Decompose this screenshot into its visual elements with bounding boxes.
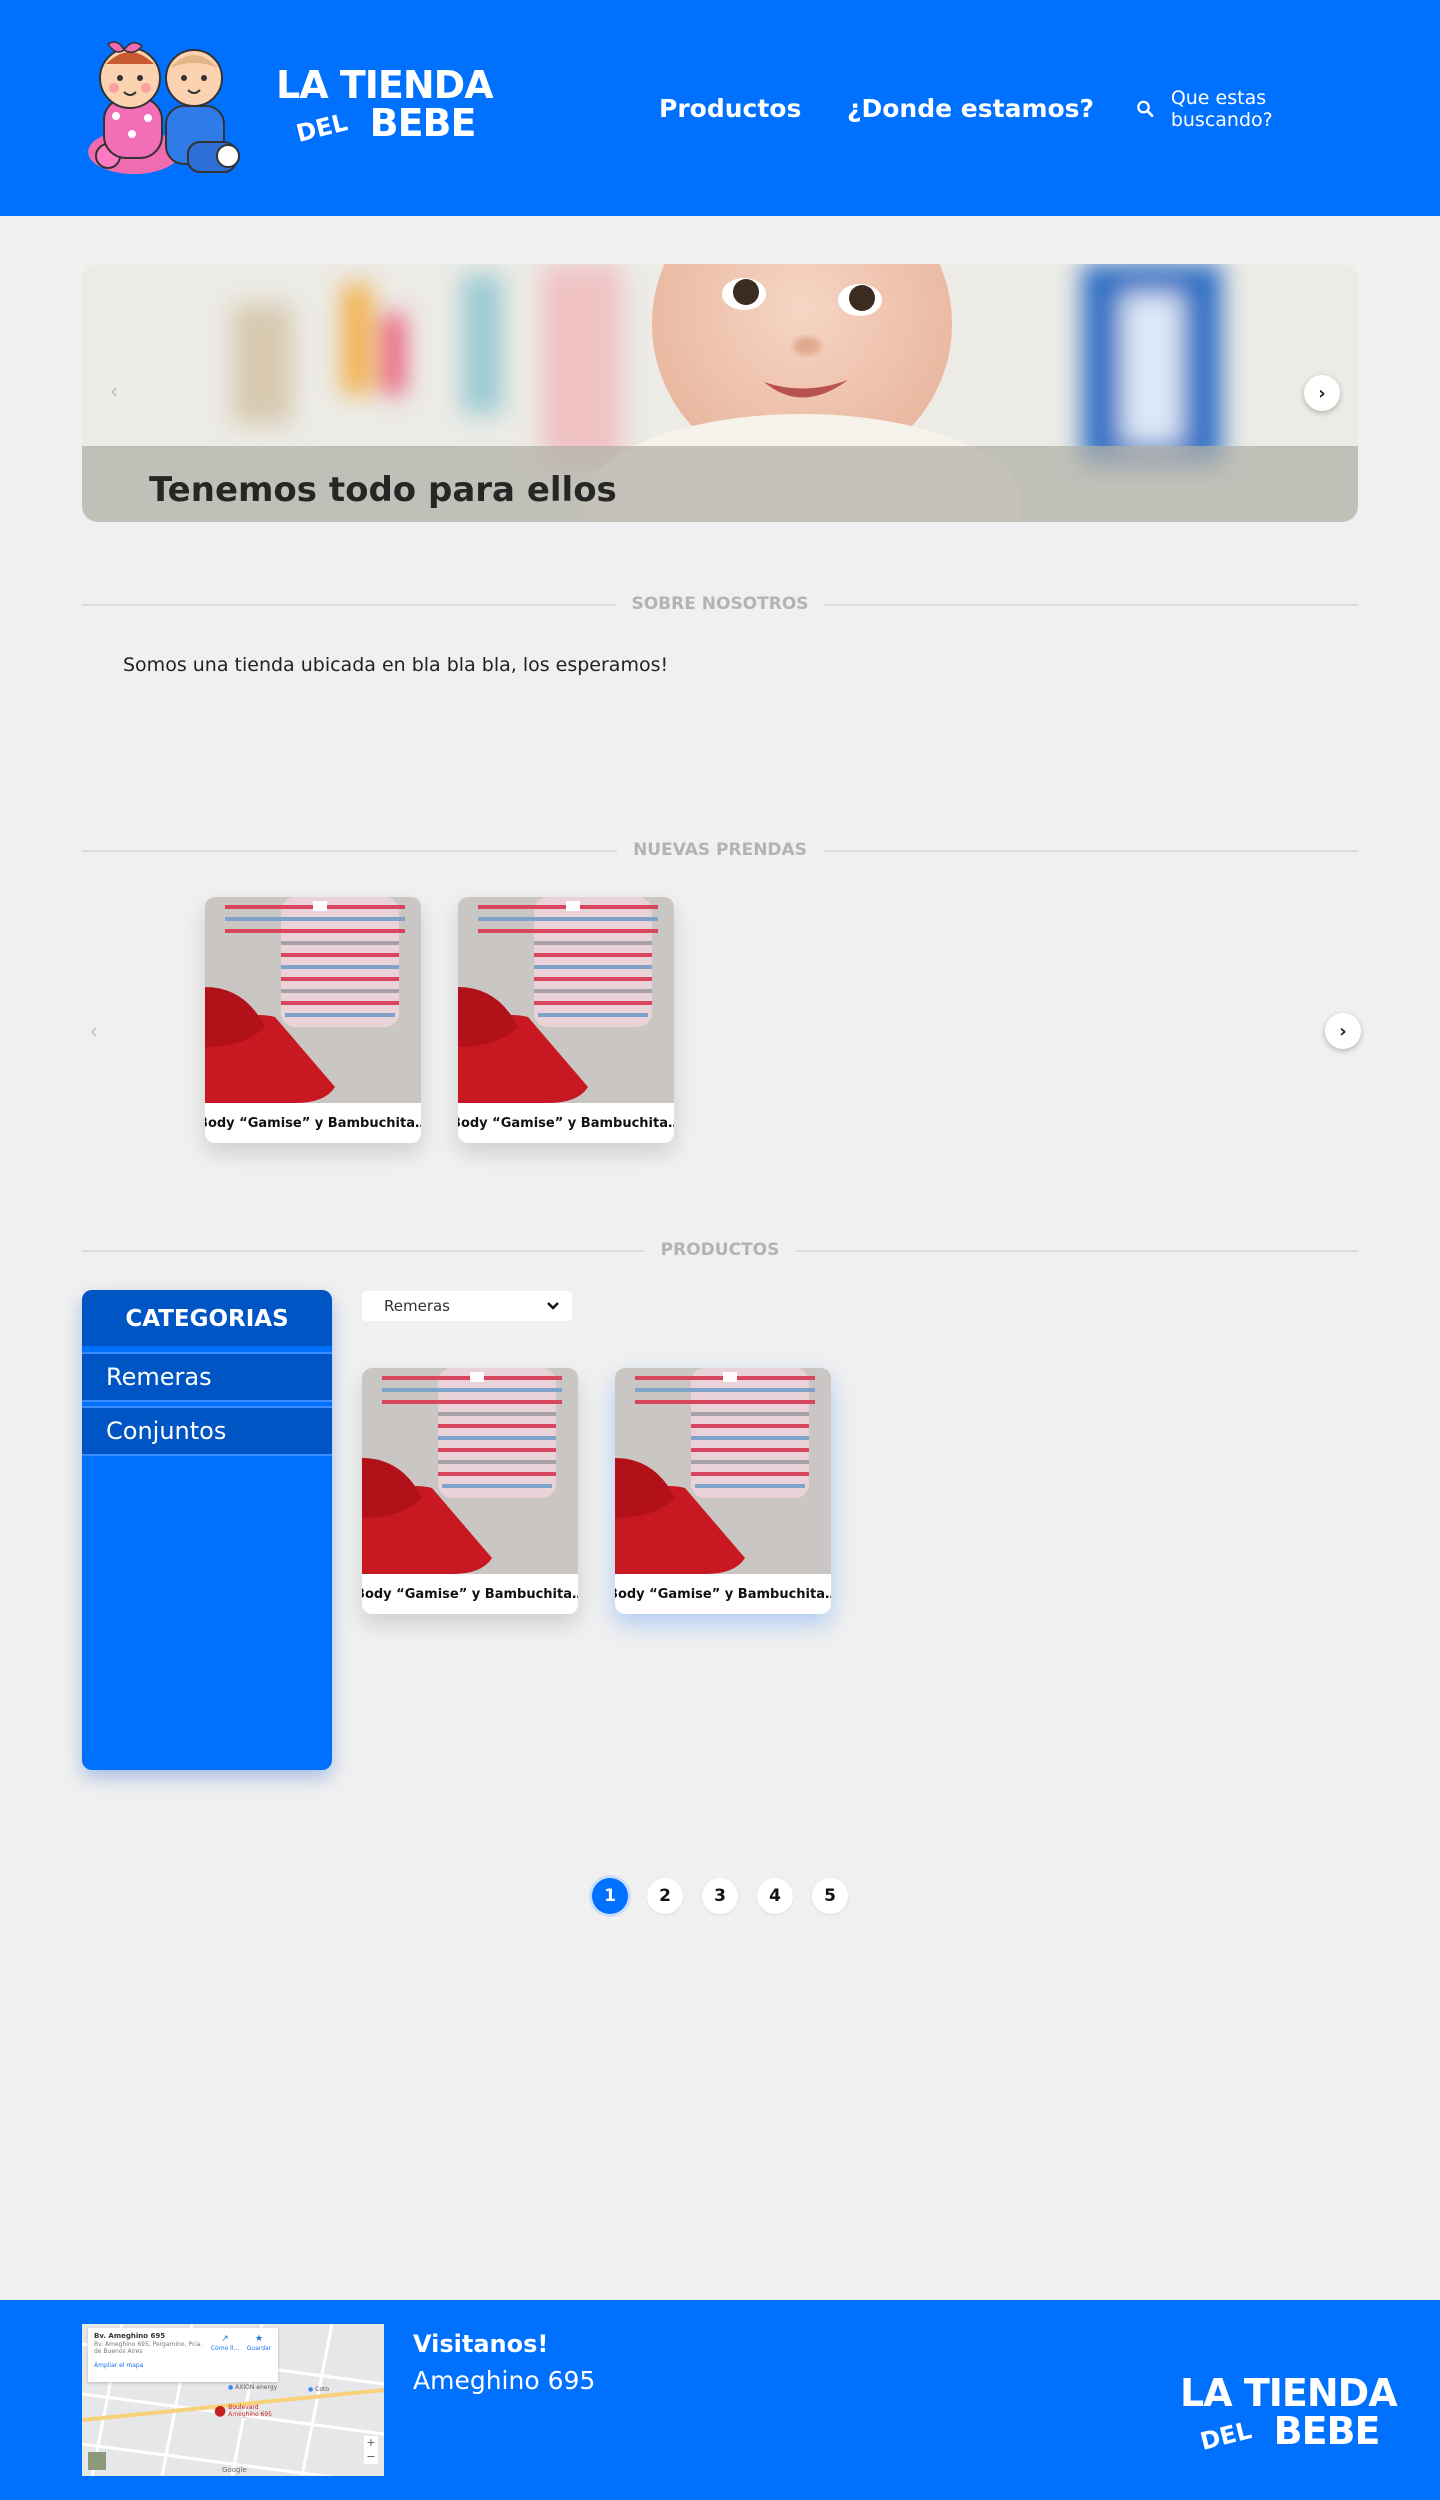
hero-prev-chevron-icon[interactable]: ‹ (104, 379, 124, 403)
new-items-prev-chevron-icon[interactable]: ‹ (84, 1019, 104, 1043)
footer-brand-bebe: BEBE (1273, 2409, 1381, 2453)
about-heading: SOBRE NOSOTROS (615, 594, 825, 614)
category-filter-select[interactable]: Remeras (362, 1291, 572, 1321)
footer-brand-line1: LA TIENDA (1180, 2371, 1398, 2415)
products-heading: PRODUCTOS (644, 1240, 796, 1260)
search-box[interactable]: Que estas buscando? (1134, 87, 1364, 131)
product-title[interactable]: Body “Gamise” y Bambuchita… (362, 1574, 578, 1614)
map-poi-label: AXION energy (235, 2384, 278, 2391)
search-icon[interactable] (1134, 97, 1157, 121)
map-poi-pin-icon: ● (228, 2384, 234, 2391)
brand-name-del: DEL (293, 108, 351, 148)
page-button-2[interactable]: 2 (647, 1878, 683, 1914)
new-items-next-chevron-icon[interactable]: › (1325, 1013, 1361, 1049)
page-button-4[interactable]: 4 (757, 1878, 793, 1914)
brand-name-bebe: BEBE (369, 101, 477, 145)
hero-carousel: Tenemos todo para ellos ‹ › (82, 264, 1358, 522)
new-item-card[interactable]: Body “Gamise” y Bambuchita… (458, 897, 674, 1143)
map-marker-label: Boulevard Ameghino 695 (228, 2404, 272, 2418)
map-place-address: Bv. Ameghino 695, Pergamino, Pcia. de Bu… (94, 2340, 203, 2356)
map-google-label: Google (222, 2466, 247, 2474)
map-directions-label: Cómo ll... (210, 2345, 240, 2353)
product-photo (458, 897, 674, 1103)
product-title[interactable]: Body “Gamise” y Bambuchita… (205, 1103, 421, 1143)
map-zoom-controls[interactable]: + − (364, 2436, 378, 2464)
map-enlarge-link[interactable]: Ampliar el mapa (94, 2362, 272, 2370)
footer-brand-logo[interactable]: LA TIENDA DEL BEBE (1180, 2371, 1398, 2456)
map-directions-button[interactable]: ↗ Cómo ll... (208, 2334, 242, 2353)
nav-donde-estamos[interactable]: ¿Donde estamos? (847, 94, 1094, 123)
map-pin-icon[interactable]: ● (214, 2404, 226, 2418)
map-poi-label: Coto (315, 2386, 330, 2393)
zoom-out-icon[interactable]: − (364, 2450, 378, 2464)
brand-name-line1: LA TIENDA (276, 63, 494, 107)
categories-title: CATEGORIAS (82, 1290, 332, 1346)
map-poi-coto: ● Coto (308, 2386, 329, 2393)
category-conjuntos[interactable]: Conjuntos (82, 1406, 332, 1456)
new-item-card[interactable]: Body “Gamise” y Bambuchita… (205, 897, 421, 1143)
footer-brand-del: DEL (1197, 2416, 1255, 2456)
page-button-1[interactable]: 1 (592, 1878, 628, 1914)
map-save-label: Guardar (246, 2345, 272, 2353)
location-map[interactable]: Bv. Ameghino 695 Bv. Ameghino 695, Perga… (82, 2324, 384, 2476)
hero-caption: Tenemos todo para ellos (149, 470, 617, 510)
product-card[interactable]: Body “Gamise” y Bambuchita… (615, 1368, 831, 1614)
visit-title: Visitanos! (413, 2330, 549, 2358)
map-poi-axion: ● AXION energy (228, 2384, 277, 2391)
babies-logo-icon[interactable] (80, 36, 246, 176)
product-title[interactable]: Body “Gamise” y Bambuchita… (615, 1574, 831, 1614)
product-title[interactable]: Body “Gamise” y Bambuchita… (458, 1103, 674, 1143)
product-photo (205, 897, 421, 1103)
map-marker[interactable]: ● Boulevard Ameghino 695 (214, 2404, 280, 2418)
brand-logo[interactable]: LA TIENDA DEL BEBE (276, 63, 494, 148)
product-photo (615, 1368, 831, 1574)
star-icon[interactable]: ★ (244, 2334, 274, 2345)
new-items-heading: NUEVAS PRENDAS (617, 840, 823, 860)
search-placeholder[interactable]: Que estas buscando? (1171, 87, 1364, 131)
about-text: Somos una tienda ubicada en bla bla bla,… (123, 654, 669, 676)
zoom-in-icon[interactable]: + (364, 2436, 378, 2450)
map-poi-pin-icon: ● (308, 2386, 314, 2393)
map-save-button[interactable]: ★ Guardar (244, 2334, 274, 2353)
category-filter-value[interactable]: Remeras (384, 1297, 450, 1315)
visit-address: Ameghino 695 (413, 2366, 596, 2395)
category-remeras[interactable]: Remeras (82, 1352, 332, 1402)
directions-icon[interactable]: ↗ (208, 2334, 242, 2345)
site-header: LA TIENDA DEL BEBE Productos ¿Donde estam… (0, 0, 1440, 216)
product-photo (362, 1368, 578, 1574)
chevron-down-icon[interactable] (546, 1301, 560, 1311)
map-place-card: Bv. Ameghino 695 Bv. Ameghino 695, Perga… (88, 2328, 278, 2382)
hero-next-chevron-icon[interactable]: › (1304, 375, 1340, 411)
page-button-5[interactable]: 5 (812, 1878, 848, 1914)
categories-panel: CATEGORIAS Remeras Conjuntos (82, 1290, 332, 1770)
product-card[interactable]: Body “Gamise” y Bambuchita… (362, 1368, 578, 1614)
page-button-3[interactable]: 3 (702, 1878, 738, 1914)
nav-productos[interactable]: Productos (659, 94, 801, 123)
